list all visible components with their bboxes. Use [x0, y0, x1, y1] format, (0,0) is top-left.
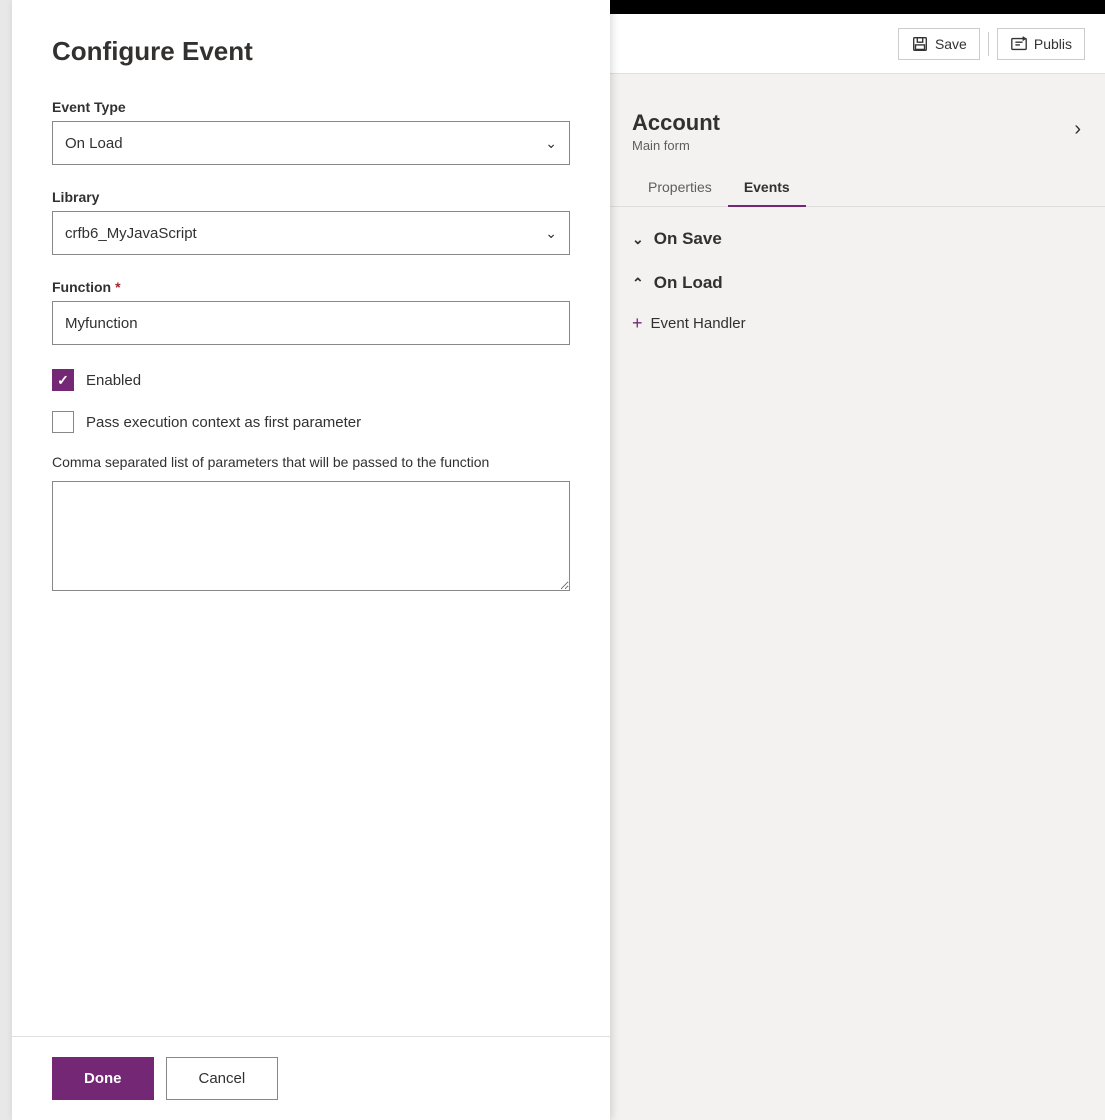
add-event-handler-icon: +	[632, 313, 643, 334]
enabled-checkbox-row: Enabled	[52, 369, 570, 391]
function-required-star: *	[115, 279, 120, 295]
save-label: Save	[935, 36, 967, 52]
cancel-button[interactable]: Cancel	[166, 1057, 279, 1100]
on-load-section: ⌃ On Load + Event Handler	[608, 263, 1105, 344]
event-type-label: Event Type	[52, 99, 570, 115]
dialog-footer: Done Cancel	[12, 1036, 610, 1120]
library-label: Library	[52, 189, 570, 205]
top-toolbar: Save Publis	[608, 14, 1105, 74]
event-type-select[interactable]: On Load ⌄	[52, 121, 570, 165]
on-save-header[interactable]: ⌄ On Save	[632, 229, 1081, 249]
library-value: crfb6_MyJavaScript	[65, 225, 197, 242]
publish-label: Publis	[1034, 36, 1072, 52]
on-load-header-section: ⌃ On Load	[608, 263, 1105, 303]
on-load-header[interactable]: ⌃ On Load	[632, 273, 1081, 293]
toolbar-divider	[988, 32, 989, 56]
enabled-checkbox[interactable]	[52, 369, 74, 391]
params-group: Comma separated list of parameters that …	[52, 453, 570, 596]
on-save-section: ⌄ On Save	[608, 219, 1105, 259]
events-list: ⌄ On Save ⌃ On Load + Event Handler	[608, 207, 1105, 356]
pass-context-checkbox-row: Pass execution context as first paramete…	[52, 411, 570, 433]
pass-context-checkbox[interactable]	[52, 411, 74, 433]
save-icon	[911, 35, 929, 53]
tab-events[interactable]: Events	[728, 169, 806, 207]
pass-context-label: Pass execution context as first paramete…	[86, 414, 361, 431]
account-subtitle: Main form	[632, 138, 720, 153]
save-button[interactable]: Save	[898, 28, 980, 60]
function-input[interactable]	[52, 301, 570, 345]
event-type-chevron-icon: ⌄	[545, 135, 557, 152]
on-save-label: On Save	[654, 229, 722, 249]
event-type-group: Event Type On Load ⌄	[52, 99, 570, 165]
done-button[interactable]: Done	[52, 1057, 154, 1100]
event-handler-row[interactable]: + Event Handler	[608, 303, 1105, 344]
event-handler-label: Event Handler	[651, 315, 746, 332]
tabs-row: Properties Events	[608, 169, 1105, 207]
on-load-label: On Load	[654, 273, 723, 293]
on-save-chevron-icon: ⌄	[632, 231, 644, 248]
dialog-title: Configure Event	[52, 36, 570, 67]
library-select[interactable]: crfb6_MyJavaScript ⌄	[52, 211, 570, 255]
library-group: Library crfb6_MyJavaScript ⌄	[52, 189, 570, 255]
account-section: Account Main form ›	[608, 74, 1105, 153]
tab-properties[interactable]: Properties	[632, 169, 728, 207]
event-type-value: On Load	[65, 135, 123, 152]
library-chevron-icon: ⌄	[545, 225, 557, 242]
params-description-label: Comma separated list of parameters that …	[52, 453, 570, 473]
params-textarea[interactable]	[52, 481, 570, 591]
publish-icon	[1010, 35, 1028, 53]
function-group: Function*	[52, 279, 570, 345]
function-label: Function*	[52, 279, 570, 295]
on-load-chevron-icon: ⌃	[632, 275, 644, 292]
configure-event-dialog: Configure Event Event Type On Load ⌄ Lib…	[12, 0, 610, 1120]
account-title: Account	[632, 110, 720, 136]
publish-button[interactable]: Publis	[997, 28, 1085, 60]
enabled-label: Enabled	[86, 372, 141, 389]
expand-chevron-icon[interactable]: ›	[1074, 118, 1081, 141]
